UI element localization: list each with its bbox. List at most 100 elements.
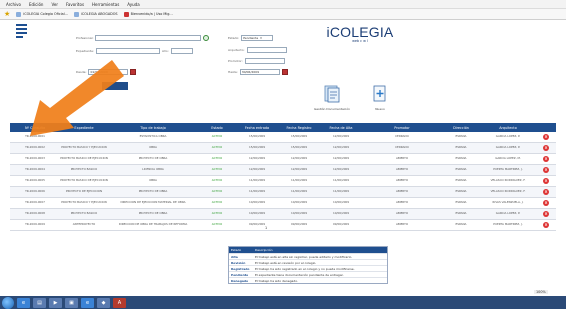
delete-icon[interactable]: × bbox=[543, 200, 549, 206]
fecha-registro-cell: 10/06/2009 bbox=[290, 212, 308, 216]
direccion-cell: ESPAÑA bbox=[455, 212, 467, 216]
delete-icon[interactable]: × bbox=[543, 156, 549, 162]
consulta-cell[interactable]: TR-2009-0002 bbox=[10, 146, 60, 149]
consulta-cell[interactable]: TR-2009-0006 bbox=[10, 190, 60, 193]
fecha-alta-cell: 12/06/2009 bbox=[332, 135, 350, 139]
gestion-documentacion-button[interactable]: Gestión Documentación bbox=[310, 84, 354, 111]
estado-select-value: Pendiente bbox=[243, 36, 259, 40]
window-icon[interactable]: ▣ bbox=[65, 297, 78, 308]
column-header[interactable]: Nº Consulta bbox=[10, 126, 60, 130]
legend-value: El trabajo está en revisión por el coleg… bbox=[255, 260, 317, 265]
fecha-entrada-cell: 09/06/2009 bbox=[248, 223, 266, 227]
fecha-registro-cell: 11/06/2009 bbox=[290, 179, 308, 183]
table-header: Nº Consulta Expediente Tipo de trabajo E… bbox=[10, 123, 556, 132]
media-icon[interactable]: ▶ bbox=[49, 297, 62, 308]
app-icon[interactable]: ◆ bbox=[97, 297, 110, 308]
column-header[interactable]: Promotor bbox=[362, 126, 442, 130]
column-header[interactable]: Tipo de trabajo bbox=[108, 126, 198, 130]
delete-icon[interactable]: × bbox=[543, 211, 549, 217]
favorite-link-1[interactable]: iCOLEGIA Colegio Oficial... bbox=[16, 11, 68, 17]
arquitecto-cell: GARCIA LOPEZ, P. bbox=[495, 135, 521, 139]
delete-icon[interactable]: × bbox=[543, 222, 549, 228]
brand-logo: iCOLEGIA web c w l bbox=[325, 24, 395, 43]
profesional-input[interactable] bbox=[95, 35, 202, 41]
menu-archivo[interactable]: Archivo bbox=[6, 2, 21, 7]
table-row[interactable]: TR-2009-0004 PROYECTO BASICO LICENCIA OBRA… bbox=[10, 165, 556, 176]
delete-icon[interactable]: × bbox=[543, 134, 549, 140]
hasta-input[interactable]: 30/06/2009 bbox=[239, 69, 280, 75]
arquitecto-input[interactable] bbox=[246, 47, 287, 53]
estado-select[interactable]: Pendiente ▾ bbox=[241, 35, 274, 41]
menu-edicion[interactable]: Edición bbox=[29, 2, 43, 7]
calendar-icon[interactable] bbox=[281, 69, 288, 75]
desde-input[interactable]: 01/01/2009 bbox=[88, 69, 129, 75]
expediente-cell: ANTEPROYECTO bbox=[72, 223, 96, 227]
delete-icon[interactable]: × bbox=[543, 189, 549, 195]
consulta-cell[interactable]: TR-2009-0009 bbox=[10, 223, 60, 226]
table-row[interactable]: TR-2009-0007 PROYECTO BASICO Y EJECUCION D… bbox=[10, 198, 556, 209]
column-header[interactable]: Fecha Registro bbox=[278, 126, 320, 130]
search-button[interactable] bbox=[102, 82, 128, 90]
delete-icon[interactable]: × bbox=[543, 178, 549, 184]
tipo-cell: DIRECCION DE OBRA DE TRABAJOS DE REFORMA bbox=[118, 223, 188, 227]
search-icon[interactable] bbox=[203, 35, 210, 41]
nuevo-label: Nuevo bbox=[375, 107, 385, 111]
zoom-level[interactable]: 100% bbox=[534, 290, 548, 294]
start-button[interactable] bbox=[2, 296, 14, 309]
legend-value: El trabajo está en alta sin registrar, p… bbox=[255, 254, 353, 259]
nuevo-button[interactable]: Nuevo bbox=[365, 84, 395, 111]
fecha-entrada-cell: 12/06/2009 bbox=[248, 168, 266, 172]
legend-key: Pendiente bbox=[231, 272, 249, 277]
favorite-link-2[interactable]: iCOLEGIA ABOGADOS bbox=[73, 11, 118, 17]
calendar-icon[interactable] bbox=[130, 69, 137, 75]
arquitecto-cell: VELASCO RODRIGUEZ, F. bbox=[490, 179, 526, 183]
consulta-cell[interactable]: TR-2009-0001 bbox=[10, 135, 60, 138]
column-header[interactable]: Fecha entrada bbox=[236, 126, 278, 130]
favorite-link-3[interactable]: Bienvenido/a | Uso Mig... bbox=[123, 11, 173, 17]
table-body: TR-2009-0001 ESTADISTICA OBRA ACTIVO 15/06/… bbox=[10, 132, 556, 231]
expediente-input[interactable] bbox=[95, 48, 160, 54]
document-list-icon[interactable] bbox=[16, 24, 27, 40]
promotor-row: Promotor: bbox=[228, 58, 285, 64]
consulta-cell[interactable]: TR-2009-0008 bbox=[10, 212, 60, 215]
delete-icon[interactable]: × bbox=[543, 145, 549, 151]
column-header[interactable]: Fecha de Alta bbox=[320, 126, 362, 130]
consulta-cell[interactable]: TR-2009-0005 bbox=[10, 179, 60, 182]
menu-herramientas[interactable]: Herramientas bbox=[92, 2, 119, 7]
explorer-icon[interactable]: e bbox=[17, 297, 30, 308]
menu-favoritos[interactable]: Favoritos bbox=[66, 2, 84, 7]
promotor-input[interactable] bbox=[244, 58, 285, 64]
hasta-row: Hasta: 30/06/2009 bbox=[228, 69, 288, 75]
direccion-cell: ESPAÑA bbox=[455, 157, 467, 161]
arquitecto-cell: PUERTA MARTINEZ, J. bbox=[493, 168, 523, 172]
consulta-cell[interactable]: TR-2009-0004 bbox=[10, 168, 60, 171]
column-header[interactable]: Expediente bbox=[60, 126, 108, 130]
arquitecto-cell: VELASCO RODRIGUEZ, F. bbox=[490, 190, 526, 194]
table-row[interactable]: TR-2009-0003 PROYECTO BASICO DE EJECUCION… bbox=[10, 154, 556, 165]
delete-icon[interactable]: × bbox=[543, 167, 549, 173]
menu-ver[interactable]: Ver bbox=[51, 2, 58, 7]
legend-key: Alta bbox=[231, 254, 238, 259]
table-row[interactable]: TR-2009-0009 ANTEPROYECTO DIRECCION DE OBR… bbox=[10, 220, 556, 231]
column-header[interactable]: Dirección bbox=[442, 126, 480, 130]
folder-icon[interactable]: ▤ bbox=[33, 297, 46, 308]
fecha-registro-cell: 12/06/2009 bbox=[290, 157, 308, 161]
pdf-icon[interactable]: A bbox=[113, 297, 126, 308]
table-row[interactable]: TR-2009-0001 ESTADISTICA OBRA ACTIVO 15/06/… bbox=[10, 132, 556, 143]
table-row[interactable]: TR-2009-0006 PROYECTO DE EJECUCION PROYECT… bbox=[10, 187, 556, 198]
table-row[interactable]: TR-2009-0002 PROYECTO BASICO Y EJECUCION O… bbox=[10, 143, 556, 154]
consulta-cell[interactable]: TR-2009-0007 bbox=[10, 201, 60, 204]
ano-input[interactable] bbox=[170, 48, 193, 54]
estado-cell: ACTIVO bbox=[211, 223, 223, 227]
table-row[interactable]: TR-2009-0005 PROYECTO BASICO DE EJECUCION… bbox=[10, 176, 556, 187]
favorites-star-icon[interactable]: ★ bbox=[4, 10, 10, 18]
promotor-cell: ABIERTO bbox=[395, 179, 409, 183]
table-row[interactable]: TR-2009-0008 PROYECTO BASICO PROYECTO DE O… bbox=[10, 209, 556, 220]
pagination-current[interactable]: 1 bbox=[265, 226, 267, 230]
column-header[interactable]: Arquitecto bbox=[480, 126, 536, 130]
browser-icon[interactable]: e bbox=[81, 297, 94, 308]
consulta-cell[interactable]: TR-2009-0003 bbox=[10, 157, 60, 160]
column-header[interactable]: Estado bbox=[198, 126, 236, 130]
fecha-alta-cell: 12/06/2009 bbox=[332, 146, 350, 150]
menu-ayuda[interactable]: Ayuda bbox=[127, 2, 139, 7]
